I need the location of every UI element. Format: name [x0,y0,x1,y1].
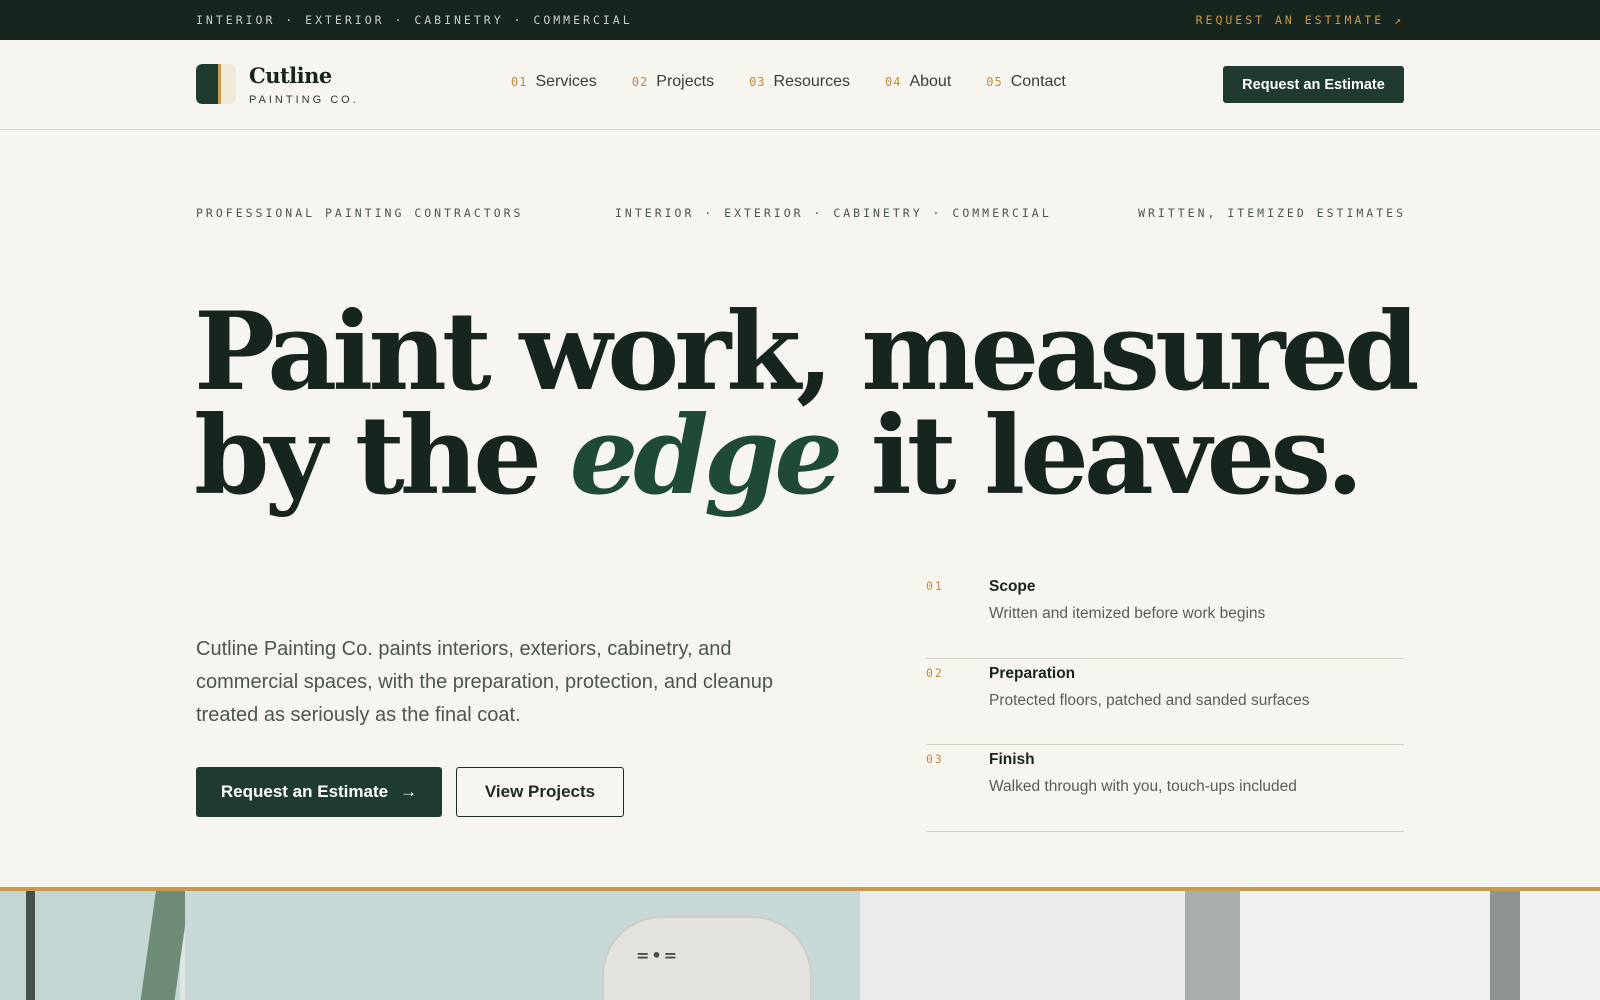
meta-services: INTERIOR · EXTERIOR · CABINETRY · COMMER… [615,206,1052,220]
hero-photo: =•= [0,887,1600,1000]
step-number: 02 [926,665,944,680]
step-title: Finish [989,751,1035,768]
nav-item-number: 03 [749,75,766,89]
step-title: Scope [989,578,1036,595]
step-description: Protected floors, patched and sanded sur… [989,691,1310,709]
nav-item-resources[interactable]: 03 Resources [749,73,850,91]
meta-contractors: PROFESSIONAL PAINTING CONTRACTORS [196,206,524,220]
nav-item-label: Resources [773,73,850,90]
process-step-scope: 01 Scope Written and itemized before wor… [926,572,1404,659]
brand-subtitle: PAINTING CO. [249,94,359,106]
bucket-label: =•= [636,946,680,965]
main-navigation: Cutline PAINTING CO. 01 Services 02 Projec… [0,40,1600,130]
step-number: 03 [926,752,944,766]
step-description: Walked through with you, touch-ups inclu… [989,778,1297,795]
request-estimate-button[interactable]: Request an Estimate → [196,767,442,817]
nav-item-number: 01 [511,75,528,89]
meta-estimates: WRITTEN, ITEMIZED ESTIMATES [1138,206,1406,220]
process-step-finish: 03 Finish Walked through with you, touch… [926,745,1404,832]
nav-item-projects[interactable]: 02 Projects [632,73,714,91]
nav-item-number: 02 [631,75,649,89]
step-title: Preparation [989,664,1076,682]
nav-item-number: 05 [986,75,1003,89]
nav-item-label: About [909,73,952,90]
nav-item-number: 04 [885,75,902,89]
headline-emphasis: edge [569,393,843,519]
nav-menu: 01 Services 02 Projects 03 Resources 04 Abou… [511,73,1066,91]
step-description: Written and itemized before work begins [989,605,1266,622]
nav-estimate-button[interactable]: Request an Estimate [1223,66,1404,103]
nav-item-services[interactable]: 01 Services [511,73,597,91]
nav-item-about[interactable]: 04 About [885,73,951,91]
nav-item-contact[interactable]: 05 Contact [986,73,1066,91]
nav-item-label: Projects [656,73,715,90]
top-announcement-bar: INTERIOR · EXTERIOR · CABINETRY · COMMER… [0,0,1600,40]
view-projects-button[interactable]: View Projects [456,767,624,817]
brand-name: Cutline [249,63,332,88]
process-step-preparation: 02 Preparation Protected floors, patched… [926,659,1404,745]
brand-logo[interactable]: Cutline PAINTING CO. [196,63,376,108]
nav-item-label: Contact [1010,73,1066,90]
logo-mark-icon [196,64,236,104]
hero-description: Cutline Painting Co. paints interiors, e… [196,638,773,726]
nav-item-label: Services [535,73,597,90]
arrow-right-icon: → [400,782,418,801]
services-list: INTERIOR · EXTERIOR · CABINETRY · COMMER… [196,13,633,27]
headline-line-2-end: it leaves. [838,393,1364,519]
topbar-estimate-link[interactable]: REQUEST AN ESTIMATE ↗ [1196,13,1404,27]
paint-bucket-image [602,916,812,1000]
process-steps: 01 Scope Written and itemized before wor… [926,572,1404,832]
headline-line-2-start: by the [194,393,570,519]
hero-headline: Paint work, measured by the edge it leav… [194,298,1420,510]
step-number: 01 [926,579,944,593]
request-estimate-label: Request an Estimate [220,782,389,801]
